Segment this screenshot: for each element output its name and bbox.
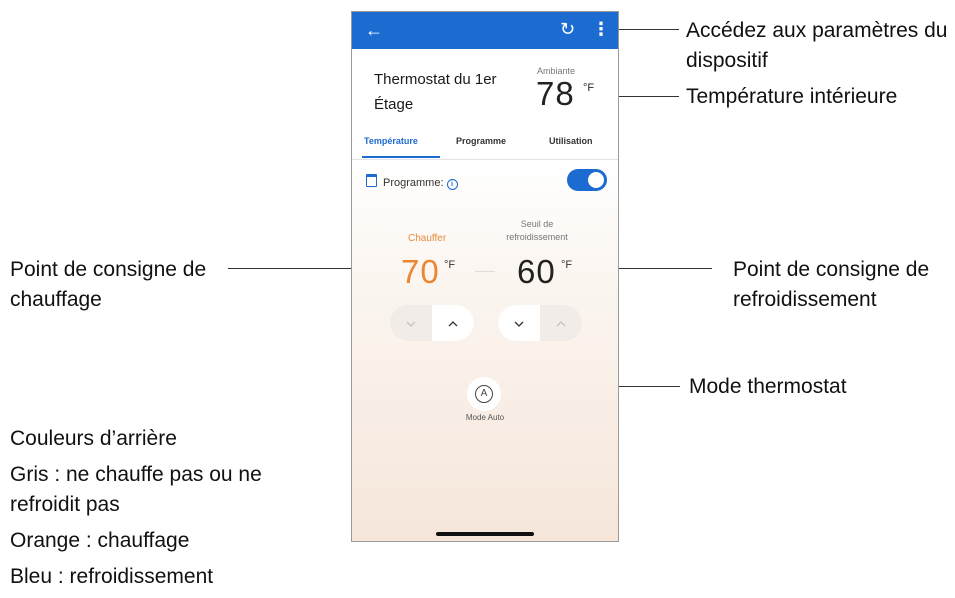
device-name: Thermostat du 1er Étage <box>374 71 497 113</box>
tab-programme[interactable]: Programme <box>456 136 506 146</box>
background-color-legend: Couleurs d’arrière Gris : ne chauffe pas… <box>10 424 330 598</box>
cool-setpoint-value: 60 <box>517 253 556 290</box>
cool-label: Seuil de refroidissement <box>506 219 568 242</box>
setpoint-separator <box>475 271 495 272</box>
tab-utilisation[interactable]: Utilisation <box>549 136 593 146</box>
mode-button[interactable]: A <box>467 377 501 411</box>
cool-stepper <box>498 305 582 341</box>
home-indicator <box>436 532 534 536</box>
refresh-icon[interactable]: ↻ <box>560 18 575 40</box>
tab-temperature[interactable]: Température <box>364 136 418 146</box>
annotation-heat-setpoint: Point de consigne de chauffage <box>10 258 207 311</box>
heat-decrease-button[interactable] <box>390 305 432 341</box>
leader-line-heat <box>228 268 368 269</box>
info-icon[interactable]: i <box>446 179 458 190</box>
heat-unit: °F <box>444 259 456 271</box>
chevron-up-icon <box>556 321 566 327</box>
ambient-temperature: 78 <box>536 75 575 112</box>
legend-orange: Orange : chauffage <box>10 529 190 552</box>
schedule-label: Programme: <box>383 177 444 189</box>
toggle-knob <box>588 172 604 188</box>
legend-title: Couleurs d’arrière <box>10 427 177 450</box>
more-options-icon[interactable]: ⋮ <box>592 18 610 40</box>
back-arrow-icon[interactable]: ← <box>365 19 383 41</box>
legend-gray: Gris : ne chauffe pas ou ne refroidit pa… <box>10 463 262 516</box>
annotation-cool-setpoint: Point de consigne de refroidissement <box>733 258 930 311</box>
phone-screen: ← ↻ ⋮ Thermostat du 1er Étage Ambiante 7… <box>351 11 619 542</box>
annotation-settings: Accédez aux paramètres du dispositif <box>686 19 948 72</box>
heat-stepper <box>390 305 474 341</box>
calendar-icon <box>366 174 377 187</box>
auto-mode-icon: A <box>475 385 493 403</box>
app-bar: ← ↻ ⋮ <box>352 12 618 49</box>
cool-increase-button[interactable] <box>540 305 582 341</box>
heat-increase-button[interactable] <box>432 305 474 341</box>
schedule-row: Programme: i <box>366 174 458 190</box>
legend-blue: Bleu : refroidissement <box>10 565 214 588</box>
ambient-unit: °F <box>583 82 595 94</box>
heat-label: Chauffer <box>408 233 447 244</box>
chevron-down-icon <box>406 321 416 327</box>
heat-setpoint-value: 70 <box>401 253 440 290</box>
device-header: Thermostat du 1er Étage Ambiante 78 °F <box>352 49 618 129</box>
chevron-up-icon <box>448 321 458 327</box>
annotation-indoor-temp: Température intérieure <box>686 85 898 108</box>
cool-unit: °F <box>561 259 573 271</box>
annotation-mode: Mode thermostat <box>689 375 847 398</box>
schedule-toggle[interactable] <box>567 169 607 191</box>
chevron-down-icon <box>514 321 524 327</box>
cool-decrease-button[interactable] <box>498 305 540 341</box>
tab-bar: Température Programme Utilisation <box>352 129 618 160</box>
mode-label: Mode Auto <box>465 413 505 422</box>
active-tab-indicator <box>362 156 440 158</box>
leader-line-settings <box>617 29 679 30</box>
